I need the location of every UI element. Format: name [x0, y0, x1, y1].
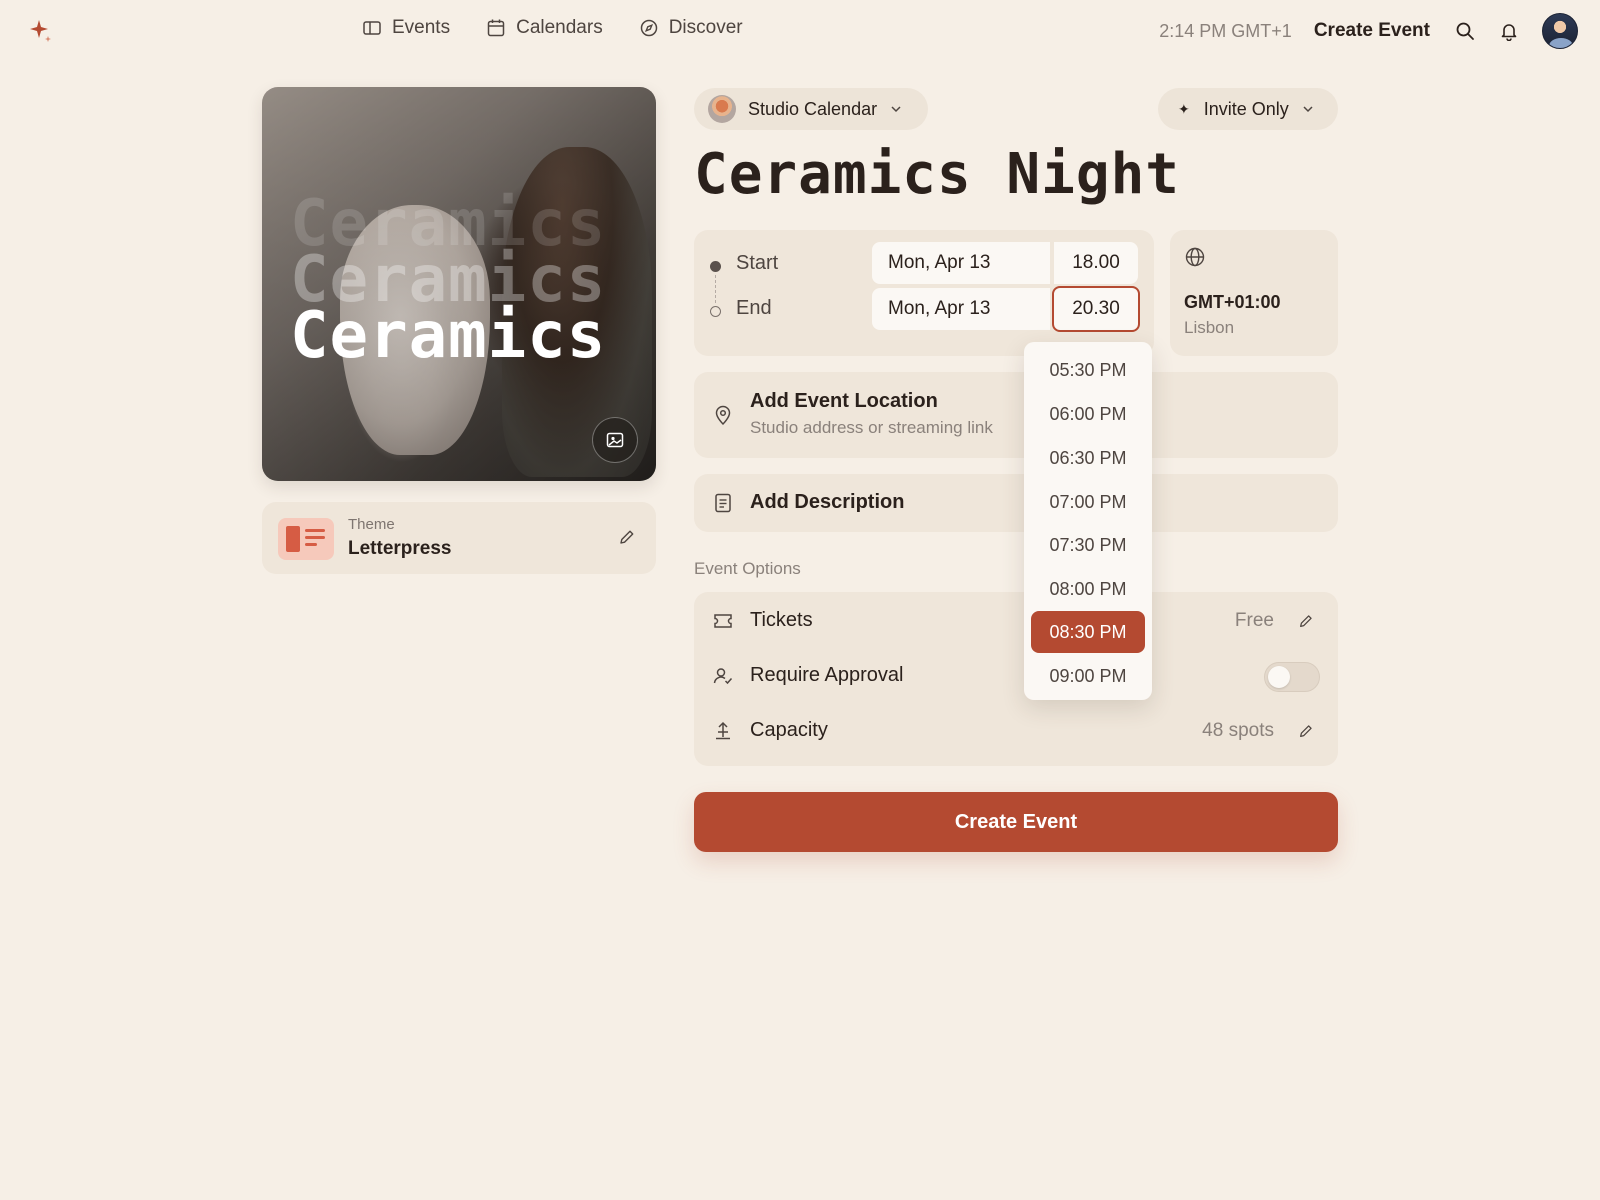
- timezone-offset: GMT+01:00: [1184, 292, 1281, 312]
- sparkle-logo-icon[interactable]: [28, 18, 54, 44]
- sparkle-icon: ✦: [1178, 100, 1190, 117]
- calendar-avatar: [708, 95, 736, 123]
- user-avatar[interactable]: [1542, 13, 1578, 49]
- clock-text: 2:14 PM GMT+1: [1159, 20, 1292, 41]
- require-approval-toggle[interactable]: [1264, 662, 1320, 692]
- ticket-icon: [363, 21, 381, 35]
- end-date-field[interactable]: Mon, Apr 13: [872, 288, 1050, 330]
- event-options-heading: Event Options: [694, 559, 801, 578]
- require-approval-row: Require Approval: [694, 649, 1338, 703]
- pencil-icon[interactable]: [1298, 613, 1314, 629]
- pencil-icon[interactable]: [618, 528, 636, 546]
- capacity-row[interactable]: Capacity 48 spots: [694, 704, 1338, 758]
- capacity-value: 48 spots: [1202, 720, 1274, 741]
- bell-icon[interactable]: [1498, 20, 1520, 42]
- add-description-card[interactable]: Add Description: [694, 474, 1338, 532]
- timezone-city: Lisbon: [1184, 318, 1235, 337]
- start-date-field[interactable]: Mon, Apr 13: [872, 242, 1050, 284]
- time-option[interactable]: 07:30 PM: [1031, 524, 1145, 566]
- event-title-input[interactable]: Ceramics Night: [694, 142, 1180, 207]
- end-time-dropdown: 05:30 PM 06:00 PM 06:30 PM 07:00 PM 07:3…: [1024, 342, 1152, 700]
- time-option[interactable]: 06:30 PM: [1031, 437, 1145, 479]
- pencil-icon[interactable]: [1298, 723, 1314, 739]
- nav-item-discover[interactable]: Discover: [639, 17, 743, 39]
- capacity-label: Capacity: [750, 719, 828, 741]
- visibility-select-label: Invite Only: [1203, 98, 1289, 119]
- event-options-card: Tickets Free Require Approval Capacity 4…: [694, 592, 1338, 766]
- compass-icon: [640, 19, 657, 37]
- time-option[interactable]: 07:00 PM: [1031, 481, 1145, 523]
- tickets-value: Free: [1234, 610, 1274, 631]
- require-approval-label: Require Approval: [750, 664, 904, 686]
- main-nav: Events Calendars Discover: [362, 17, 743, 39]
- end-time-field[interactable]: 20.30: [1052, 286, 1140, 332]
- user-check-icon: [713, 668, 733, 685]
- ticket-icon: [714, 614, 732, 628]
- tickets-label: Tickets: [750, 609, 813, 631]
- document-icon: [715, 493, 731, 513]
- map-pin-icon: [715, 405, 731, 426]
- calendar-select-label: Studio Calendar: [748, 98, 878, 119]
- tickets-row[interactable]: Tickets Free: [694, 594, 1338, 648]
- nav-label: Events: [392, 17, 451, 38]
- calendar-icon: [487, 19, 505, 37]
- time-option[interactable]: 08:00 PM: [1031, 568, 1145, 610]
- globe-icon: [1185, 247, 1205, 267]
- time-option[interactable]: 06:00 PM: [1031, 393, 1145, 435]
- time-option[interactable]: 09:00 PM: [1031, 655, 1145, 697]
- chevron-down-icon: [891, 106, 901, 113]
- change-cover-button[interactable]: [592, 417, 638, 463]
- nav-item-events[interactable]: Events: [362, 17, 450, 39]
- start-dot: [710, 261, 721, 272]
- theme-caption: Theme: [348, 516, 395, 533]
- start-label: Start: [736, 252, 779, 274]
- nav-label: Calendars: [516, 17, 603, 38]
- cover-word: Ceramics: [290, 299, 607, 373]
- top-bar: Events Calendars Discover 2:14 PM GMT+1 …: [0, 0, 1600, 64]
- nav-label: Discover: [668, 17, 743, 38]
- create-event-link[interactable]: Create Event: [1314, 20, 1430, 42]
- theme-thumbnail: [278, 518, 334, 560]
- theme-name: Letterpress: [348, 538, 452, 559]
- top-right-actions: 2:14 PM GMT+1 Create Event: [1159, 13, 1578, 49]
- nav-item-calendars[interactable]: Calendars: [486, 17, 603, 39]
- time-option[interactable]: 05:30 PM: [1031, 349, 1145, 391]
- theme-selector[interactable]: Theme Letterpress: [262, 502, 656, 574]
- chevron-down-icon: [1303, 106, 1313, 113]
- end-label: End: [736, 297, 772, 319]
- create-event-button[interactable]: Create Event: [694, 792, 1338, 852]
- calendar-select[interactable]: Studio Calendar: [694, 88, 928, 130]
- add-location-card[interactable]: Add Event Location Studio address or str…: [694, 372, 1338, 458]
- description-title: Add Description: [750, 491, 905, 513]
- image-icon: [606, 432, 624, 448]
- time-option-selected[interactable]: 08:30 PM: [1031, 611, 1145, 653]
- end-dot: [710, 306, 721, 317]
- toggle-knob: [1268, 666, 1290, 688]
- start-time-field[interactable]: 18.00: [1054, 242, 1138, 284]
- timezone-card[interactable]: GMT+01:00 Lisbon: [1170, 230, 1338, 356]
- location-title: Add Event Location: [750, 390, 938, 412]
- location-subtitle: Studio address or streaming link: [750, 418, 993, 437]
- cover-image: Ceramics Ceramics Ceramics: [262, 87, 656, 481]
- visibility-select[interactable]: ✦ Invite Only: [1158, 88, 1338, 130]
- capacity-icon: [716, 721, 730, 740]
- search-icon[interactable]: [1454, 20, 1476, 42]
- schedule-card: Start End Mon, Apr 13 18.00 Mon, Apr 13 …: [694, 230, 1154, 356]
